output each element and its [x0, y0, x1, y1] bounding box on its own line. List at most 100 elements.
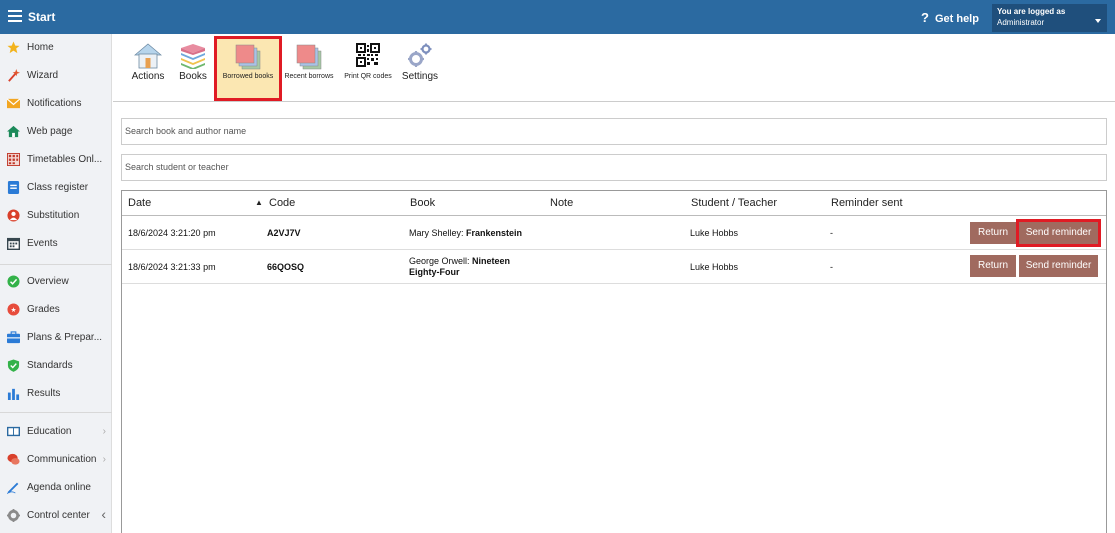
grades-icon: ★ [7, 303, 20, 316]
sidebar-item-control-center[interactable]: Control center ‹ [0, 502, 112, 530]
sidebar-item-class-register[interactable]: Class register [0, 174, 112, 202]
chevron-left-icon[interactable]: ‹ [101, 506, 106, 522]
column-header-note[interactable]: Note [550, 197, 573, 209]
get-help-button[interactable]: ? Get help [921, 10, 979, 25]
table-header: Date ▲ Code Book Note Student / Teacher … [122, 191, 1106, 216]
house-icon [134, 43, 162, 69]
briefcase-icon [7, 331, 20, 344]
sidebar-item-label: Agenda online [27, 482, 91, 493]
gears-icon [408, 43, 432, 67]
sidebar: Home Wizard Notifications Web page Timet… [0, 34, 112, 533]
send-reminder-button[interactable]: Send reminder [1019, 255, 1098, 277]
sidebar-item-notifications[interactable]: Notifications [0, 90, 112, 118]
recent-borrows-label: Recent borrows [284, 73, 334, 80]
user-dropdown[interactable]: You are logged as Administrator [992, 4, 1107, 32]
sidebar-item-label: Wizard [27, 70, 59, 81]
books-icon [181, 44, 205, 69]
person-icon [7, 209, 20, 222]
sort-ascending-icon[interactable]: ▲ [255, 198, 263, 207]
column-header-student[interactable]: Student / Teacher [691, 197, 777, 209]
svg-text:★: ★ [11, 306, 17, 314]
table-row[interactable]: 18/6/2024 3:21:20 pm A2VJ7V Mary Shelley… [122, 216, 1106, 250]
sidebar-item-home[interactable]: Home [0, 34, 112, 62]
top-bar: Start ? Get help You are logged as Admini… [0, 0, 1115, 34]
reminder-sent-cell: - [830, 262, 833, 272]
student-cell: Luke Hobbs [690, 228, 739, 238]
sidebar-item-education[interactable]: Education › [0, 418, 112, 446]
print-qr-codes-button[interactable]: Print QR codes [341, 39, 395, 98]
student-search-input[interactable]: Search student or teacher [121, 154, 1107, 181]
sidebar-item-results[interactable]: Results [0, 380, 112, 408]
sidebar-item-label: Plans & Prepar... [27, 332, 103, 343]
books-label: Books [179, 71, 207, 82]
sidebar-item-wizard[interactable]: Wizard [0, 62, 112, 90]
sidebar-item-label: Communication [27, 454, 97, 465]
reminder-sent-cell: - [830, 228, 833, 238]
sidebar-item-grades[interactable]: ★ Grades [0, 296, 112, 324]
borrowed-books-button[interactable]: Borrowed books [214, 36, 282, 101]
print-qr-codes-label: Print QR codes [344, 73, 392, 80]
sidebar-item-label: Notifications [27, 98, 82, 109]
borrowed-books-table: Date ▲ Code Book Note Student / Teacher … [121, 190, 1107, 533]
return-button[interactable]: Return [970, 222, 1016, 244]
get-help-label: Get help [934, 13, 979, 25]
sidebar-item-label: Standards [27, 360, 73, 371]
bar-chart-icon [7, 388, 20, 400]
actions-button[interactable]: Actions [128, 39, 168, 98]
login-caption: You are logged as [997, 7, 1066, 16]
chevron-down-icon [1095, 19, 1101, 23]
sidebar-divider [0, 412, 112, 413]
login-user: Administrator [997, 18, 1045, 27]
sidebar-item-timetables[interactable]: Timetables Onl... [0, 146, 112, 174]
book-author: Mary Shelley: [409, 228, 467, 238]
sidebar-item-substitution[interactable]: Substitution [0, 202, 112, 230]
sidebar-item-overview[interactable]: Overview [0, 268, 112, 296]
actions-label: Actions [131, 71, 165, 82]
settings-label: Settings [401, 71, 439, 82]
hamburger-menu-icon[interactable] [8, 10, 22, 22]
book-title: Frankenstein [466, 228, 523, 238]
sidebar-item-web-page[interactable]: Web page [0, 118, 112, 146]
books-button[interactable]: Books [174, 39, 212, 98]
sidebar-item-label: Education [27, 426, 72, 437]
recent-borrows-button[interactable]: Recent borrows [282, 39, 336, 98]
book-cell: Mary Shelley: Frankenstein [409, 228, 522, 238]
envelope-icon [7, 98, 20, 109]
column-header-reminder[interactable]: Reminder sent [831, 197, 903, 209]
book-cell: George Orwell: Nineteen Eighty-Four [409, 256, 510, 278]
book-author: George Orwell: [409, 256, 473, 266]
question-icon: ? [921, 10, 929, 25]
toolbar: Actions Books Borrowed books Recent borr… [113, 34, 1115, 102]
sidebar-item-label: Events [27, 238, 58, 249]
sidebar-item-label: Class register [27, 182, 89, 193]
column-header-book[interactable]: Book [410, 197, 435, 209]
send-reminder-button[interactable]: Send reminder [1016, 219, 1101, 247]
column-header-date[interactable]: Date [128, 197, 151, 209]
app-title[interactable]: Start [28, 10, 55, 24]
gear-icon [7, 509, 20, 522]
sidebar-item-standards[interactable]: Standards [0, 352, 112, 380]
timetable-icon [7, 153, 20, 166]
borrowed-books-icon [235, 44, 261, 70]
sidebar-item-label: Substitution [27, 210, 80, 221]
table-row[interactable]: 18/6/2024 3:21:33 pm 66QOSQ George Orwel… [122, 250, 1106, 284]
borrowed-books-label: Borrowed books [222, 73, 274, 80]
sidebar-item-label: Control center [27, 510, 90, 521]
check-circle-icon [7, 275, 20, 288]
pen-icon [7, 482, 19, 494]
column-header-code[interactable]: Code [269, 197, 295, 209]
sidebar-item-label: Home [27, 42, 54, 53]
code-cell: A2VJ7V [267, 228, 301, 238]
chevron-right-icon: › [102, 426, 106, 437]
settings-button[interactable]: Settings [400, 39, 440, 98]
return-button[interactable]: Return [970, 255, 1016, 277]
sidebar-item-events[interactable]: Events [0, 230, 112, 258]
sidebar-item-label: Timetables Onl... [27, 154, 103, 165]
book-search-input[interactable]: Search book and author name [121, 118, 1107, 145]
sidebar-item-plans[interactable]: Plans & Prepar... [0, 324, 112, 352]
sidebar-item-communication[interactable]: Communication › [0, 446, 112, 474]
sidebar-item-agenda-online[interactable]: Agenda online [0, 474, 112, 502]
sidebar-item-label: Results [27, 388, 61, 399]
book-title-continued: Eighty-Four [409, 267, 460, 277]
chat-icon [7, 453, 20, 465]
